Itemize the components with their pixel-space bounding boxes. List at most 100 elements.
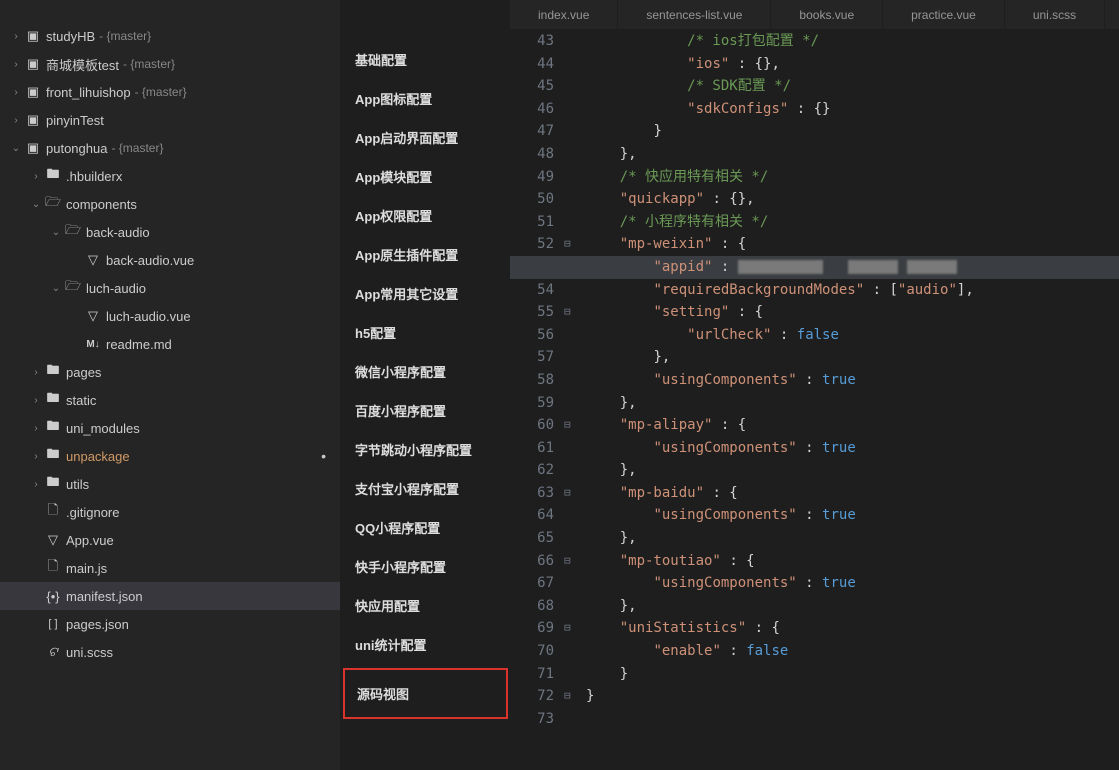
- editor-tabs: index.vue sentences-list.vue books.vue p…: [510, 0, 1119, 30]
- folder-hbuilderx[interactable]: › 🖿 .hbuilderx: [0, 162, 340, 190]
- config-app-permissions[interactable]: App权限配置: [341, 196, 510, 235]
- file-label: readme.md: [106, 337, 172, 352]
- config-app-modules[interactable]: App模块配置: [341, 157, 510, 196]
- vue-file-icon: ▽: [84, 252, 102, 268]
- project-icon: ▣: [24, 56, 42, 72]
- project-icon: ▣: [24, 28, 42, 44]
- project-icon: ▣: [24, 84, 42, 100]
- tab-books-vue[interactable]: books.vue: [771, 0, 883, 29]
- config-bytedance-mp[interactable]: 字节跳动小程序配置: [341, 430, 510, 469]
- tab-index-vue[interactable]: index.vue: [510, 0, 618, 29]
- branch-label: - {master}: [135, 85, 187, 99]
- fold-gutter[interactable]: ⊟⊟⊟⊟⊟⊟⊟: [564, 30, 582, 770]
- chevron-down-icon: ⌄: [8, 143, 24, 154]
- folder-label: components: [66, 197, 137, 212]
- project-studyhb[interactable]: › ▣ studyHB - {master}: [0, 22, 340, 50]
- file-luch-audio-vue[interactable]: ▽ luch-audio.vue: [0, 302, 340, 330]
- folder-components[interactable]: ⌄ 🗁 components: [0, 190, 340, 218]
- folder-label: utils: [66, 477, 89, 492]
- config-app-other[interactable]: App常用其它设置: [341, 274, 510, 313]
- file-main-js[interactable]: 🗋 main.js: [0, 554, 340, 582]
- branch-label: - {master}: [123, 57, 175, 71]
- chevron-right-icon: ›: [28, 479, 44, 490]
- file-icon: 🗋: [44, 557, 62, 579]
- config-app-icon[interactable]: App图标配置: [341, 79, 510, 118]
- folder-label: static: [66, 393, 96, 408]
- file-gitignore[interactable]: 🗋 .gitignore: [0, 498, 340, 526]
- config-wechat-mp[interactable]: 微信小程序配置: [341, 352, 510, 391]
- project-label: studyHB: [46, 29, 95, 44]
- folder-label: back-audio: [86, 225, 150, 240]
- file-readme-md[interactable]: M↓ readme.md: [0, 330, 340, 358]
- file-label: back-audio.vue: [106, 253, 194, 268]
- folder-icon: 🖿: [44, 417, 62, 439]
- project-putonghua[interactable]: ⌄ ▣ putonghua - {master}: [0, 134, 340, 162]
- branch-label: - {master}: [111, 141, 163, 155]
- editor-area: index.vue sentences-list.vue books.vue p…: [510, 0, 1119, 770]
- chevron-right-icon: ›: [8, 31, 24, 42]
- config-app-native-plugins[interactable]: App原生插件配置: [341, 235, 510, 274]
- config-uni-statistics[interactable]: uni统计配置: [341, 625, 510, 664]
- config-quickapp[interactable]: 快应用配置: [341, 586, 510, 625]
- chevron-right-icon: ›: [28, 423, 44, 434]
- file-tree[interactable]: › ▣ studyHB - {master} › ▣ 商城模板test - {m…: [0, 0, 340, 770]
- folder-luch-audio[interactable]: ⌄ 🗁 luch-audio: [0, 274, 340, 302]
- folder-icon: 🖿: [44, 389, 62, 411]
- config-baidu-mp[interactable]: 百度小程序配置: [341, 391, 510, 430]
- config-alipay-mp[interactable]: 支付宝小程序配置: [341, 469, 510, 508]
- json-file-icon: {•}: [44, 589, 62, 604]
- folder-label: uni_modules: [66, 421, 140, 436]
- file-label: uni.scss: [66, 645, 113, 660]
- project-icon: ▣: [24, 140, 42, 156]
- tab-practice-vue[interactable]: practice.vue: [883, 0, 1005, 29]
- config-source-view[interactable]: 源码视图: [343, 668, 508, 719]
- config-qq-mp[interactable]: QQ小程序配置: [341, 508, 510, 547]
- chevron-right-icon: ›: [28, 451, 44, 462]
- folder-open-icon: 🗁: [64, 277, 82, 299]
- folder-open-icon: 🗁: [44, 193, 62, 215]
- config-app-splash[interactable]: App启动界面配置: [341, 118, 510, 157]
- chevron-right-icon: ›: [28, 395, 44, 406]
- chevron-down-icon: ⌄: [48, 227, 64, 238]
- config-panel: 基础配置 App图标配置 App启动界面配置 App模块配置 App权限配置 A…: [340, 0, 510, 770]
- folder-back-audio[interactable]: ⌄ 🗁 back-audio: [0, 218, 340, 246]
- file-icon: 🗋: [44, 501, 62, 523]
- project-mall-template[interactable]: › ▣ 商城模板test - {master}: [0, 50, 340, 78]
- project-icon: ▣: [24, 112, 42, 128]
- file-label: pages.json: [66, 617, 129, 632]
- config-h5[interactable]: h5配置: [341, 313, 510, 352]
- folder-uni-modules[interactable]: › 🖿 uni_modules: [0, 414, 340, 442]
- chevron-right-icon: ›: [8, 59, 24, 70]
- tab-sentences-list-vue[interactable]: sentences-list.vue: [618, 0, 771, 29]
- file-pages-json[interactable]: [ ] pages.json: [0, 610, 340, 638]
- line-numbers: 4344454647484950515253545556575859606162…: [510, 30, 564, 770]
- folder-static[interactable]: › 🖿 static: [0, 386, 340, 414]
- file-label: manifest.json: [66, 589, 143, 604]
- dirty-indicator-icon: •: [321, 448, 326, 464]
- folder-label: unpackage: [66, 449, 130, 464]
- file-app-vue[interactable]: ▽ App.vue: [0, 526, 340, 554]
- folder-unpackage[interactable]: › 🖿 unpackage •: [0, 442, 340, 470]
- project-pinyintest[interactable]: › ▣ pinyinTest: [0, 106, 340, 134]
- file-manifest-json[interactable]: {•} manifest.json: [0, 582, 340, 610]
- folder-pages[interactable]: › 🖿 pages: [0, 358, 340, 386]
- folder-utils[interactable]: › 🖿 utils: [0, 470, 340, 498]
- config-kuaishou-mp[interactable]: 快手小程序配置: [341, 547, 510, 586]
- folder-icon: 🖿: [44, 473, 62, 495]
- project-label: putonghua: [46, 141, 107, 156]
- scss-file-icon: ଟ: [44, 644, 62, 660]
- project-front-lihuishop[interactable]: › ▣ front_lihuishop - {master}: [0, 78, 340, 106]
- branch-label: - {master}: [99, 29, 151, 43]
- config-basic[interactable]: 基础配置: [341, 40, 510, 79]
- json-file-icon: [ ]: [44, 618, 62, 630]
- file-back-audio-vue[interactable]: ▽ back-audio.vue: [0, 246, 340, 274]
- file-label: luch-audio.vue: [106, 309, 191, 324]
- code-editor[interactable]: 4344454647484950515253545556575859606162…: [510, 30, 1119, 770]
- project-label: 商城模板test: [46, 55, 119, 74]
- file-label: App.vue: [66, 533, 114, 548]
- tab-uni-scss[interactable]: uni.scss: [1005, 0, 1105, 29]
- file-uni-scss[interactable]: ଟ uni.scss: [0, 638, 340, 666]
- markdown-file-icon: M↓: [84, 339, 102, 350]
- folder-open-icon: 🗁: [64, 221, 82, 243]
- code-content[interactable]: /* ios打包配置 */ "ios" : {}, /* SDK配置 */ "s…: [582, 30, 1119, 770]
